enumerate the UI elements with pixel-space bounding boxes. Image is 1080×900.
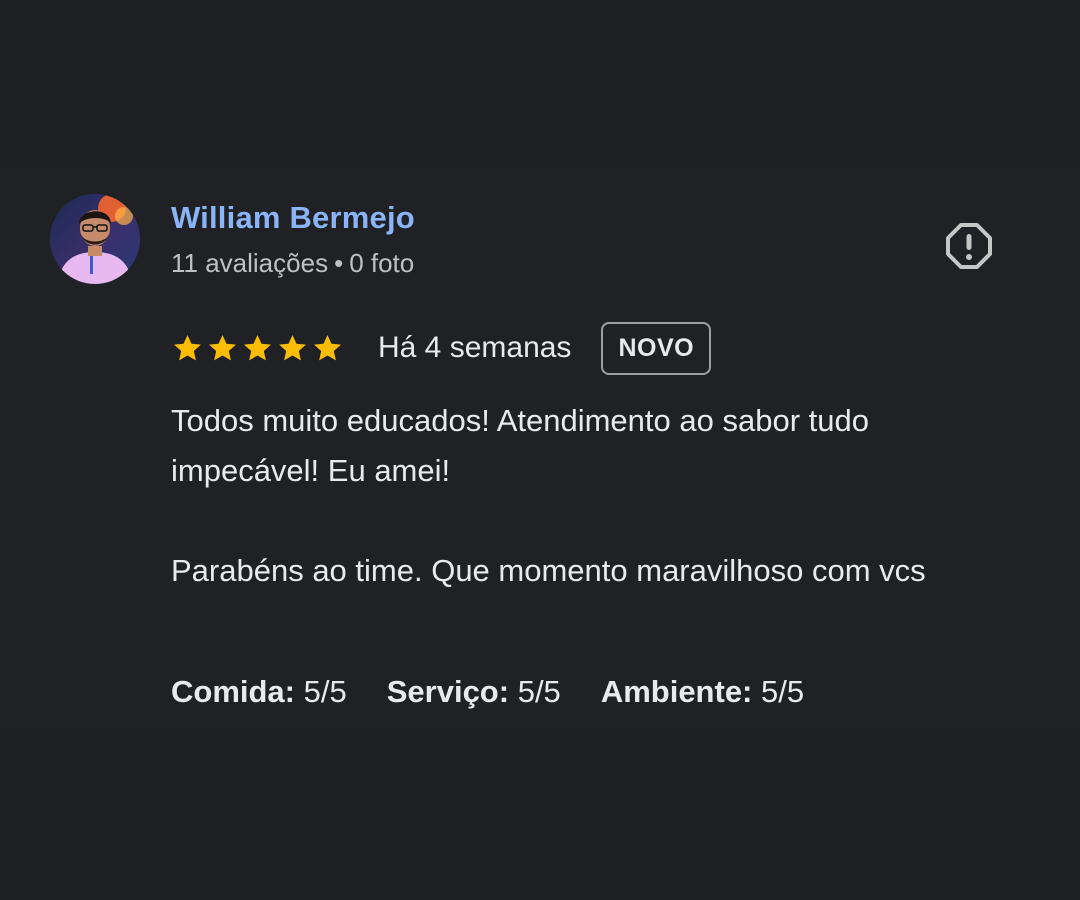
review-paragraph: Todos muito educados! Atendimento ao sab… (171, 403, 869, 488)
star-icon (279, 334, 306, 360)
sub-rating-label: Ambiente: (600, 674, 753, 709)
meta-separator: • (334, 248, 344, 278)
sub-rating-value: 5/5 (517, 674, 561, 709)
page: William Bermejo 11 avaliações • 0 foto Há … (0, 0, 1080, 900)
report-icon (946, 223, 992, 269)
review-time: Há 4 semanas (378, 331, 572, 364)
sub-rating-ambience: Ambiente: 5/5 (601, 674, 804, 710)
sub-rating-label: Serviço: (386, 674, 510, 709)
star-icon (209, 334, 236, 360)
rating-row: Há 4 semanas NOVO (171, 318, 712, 378)
review-paragraph: Parabéns ao time. Que momento maravilhos… (171, 553, 926, 588)
sub-rating-food: Comida: 5/5 (171, 674, 347, 710)
author-name[interactable]: William Bermejo (171, 200, 415, 236)
sub-rating-value: 5/5 (761, 674, 805, 709)
avatar-photo (50, 194, 140, 284)
author-meta: 11 avaliações • 0 foto (171, 248, 414, 279)
star-icon (174, 334, 201, 360)
reviews-count: 11 avaliações (171, 248, 329, 278)
new-badge: NOVO (601, 321, 712, 375)
star-rating (171, 332, 344, 365)
star-icon (314, 334, 341, 360)
sub-rating-label: Comida: (171, 674, 295, 709)
sub-rating-value: 5/5 (303, 674, 347, 709)
sub-ratings: Comida: 5/5 Serviço: 5/5 Ambiente: 5/5 (171, 674, 804, 710)
star-icon (244, 334, 271, 360)
sub-rating-service: Serviço: 5/5 (387, 674, 561, 710)
photos-count: 0 foto (349, 248, 415, 278)
review-card: William Bermejo 11 avaliações • 0 foto Há … (0, 170, 1080, 730)
report-button[interactable] (945, 222, 993, 270)
review-text: Todos muito educados! Atendimento ao sab… (171, 396, 1021, 596)
avatar[interactable] (50, 194, 140, 284)
